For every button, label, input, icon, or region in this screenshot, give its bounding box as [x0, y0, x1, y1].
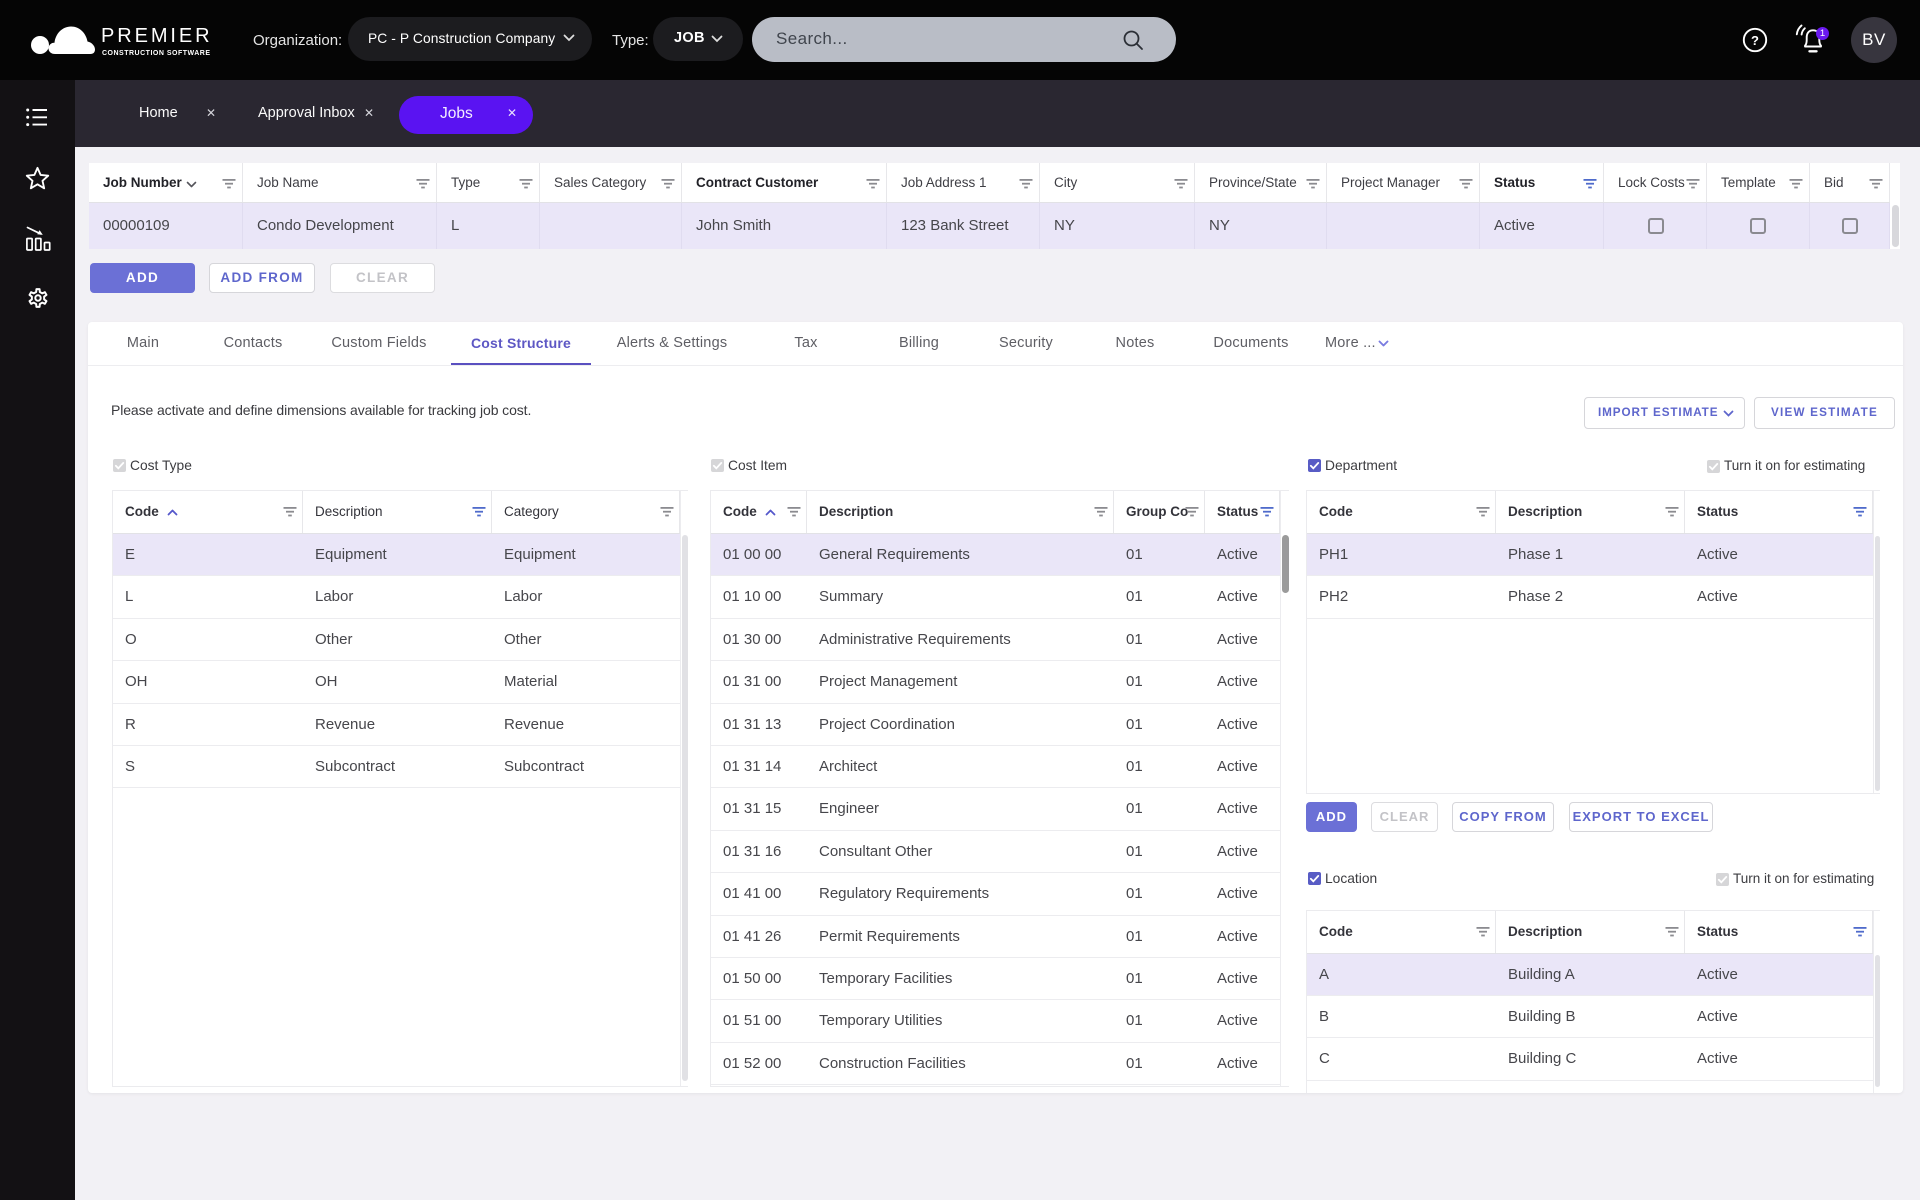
svg-text:?: ?	[1751, 33, 1759, 48]
